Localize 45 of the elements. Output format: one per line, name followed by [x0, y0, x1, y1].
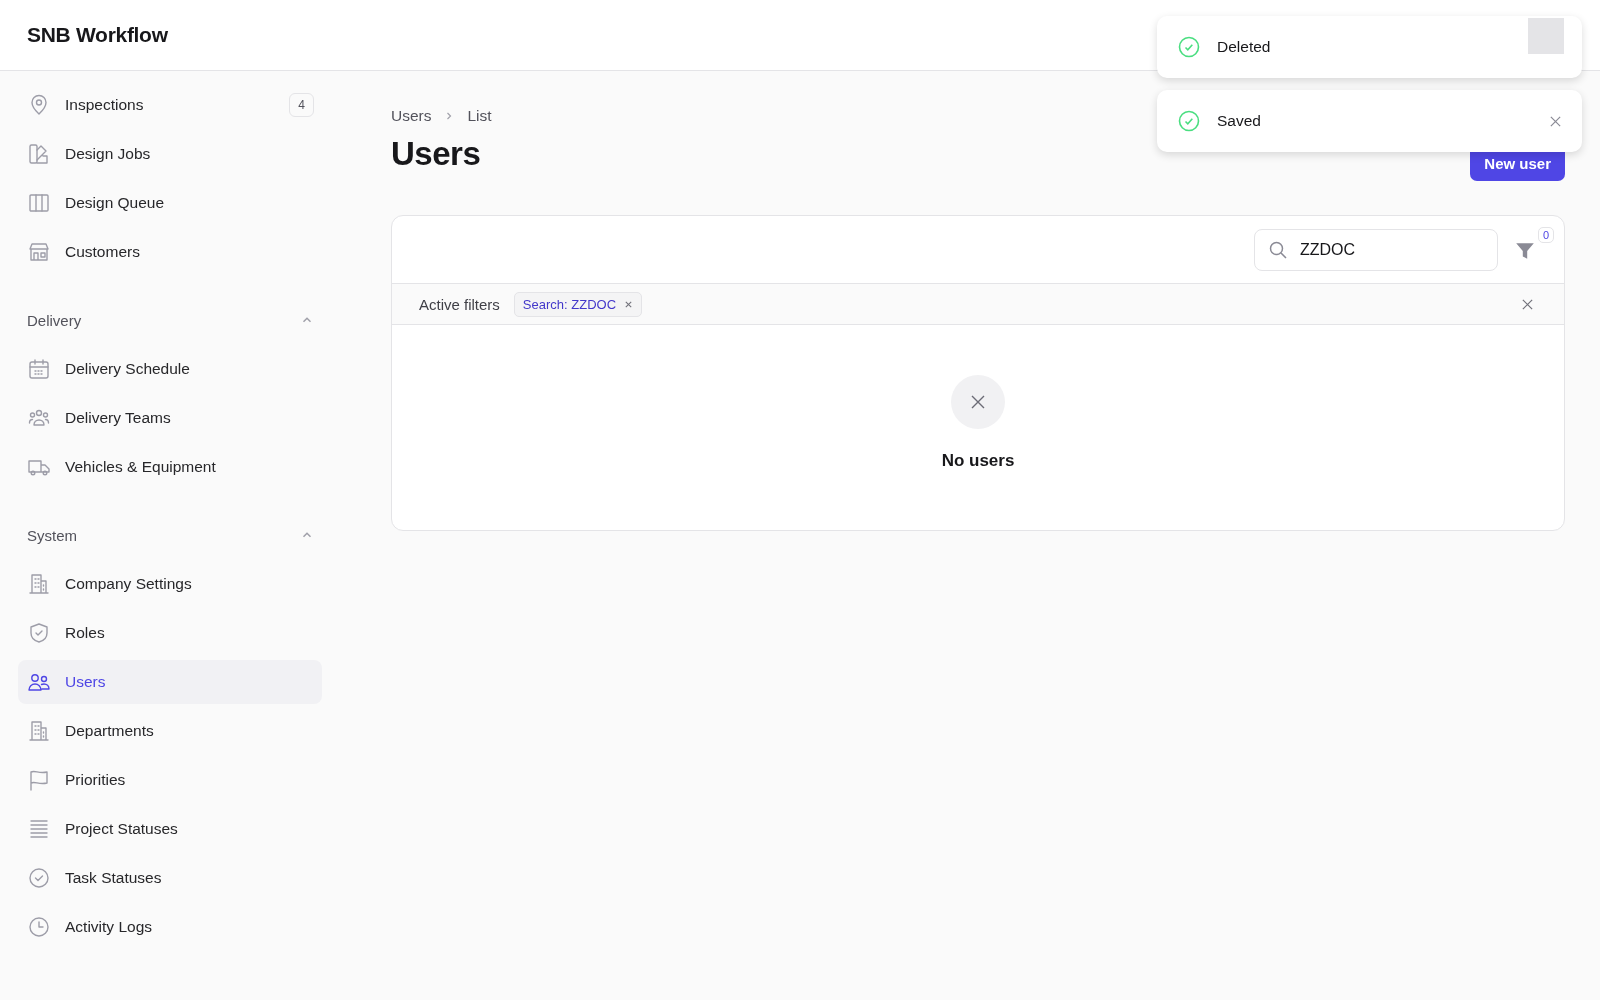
sidebar-item[interactable]: Customers	[18, 230, 322, 274]
breadcrumb-link[interactable]: List	[467, 107, 492, 125]
filter-chip-label: Search: ZZDOC	[522, 296, 617, 312]
sidebar-item[interactable]: Task Statuses	[18, 856, 322, 900]
store-icon	[27, 240, 51, 264]
swatch-icon	[27, 142, 51, 166]
sidebar-item[interactable]: Inspections 4	[18, 83, 322, 127]
active-filters-label: Active filters	[419, 295, 500, 313]
count-badge: 4	[289, 93, 314, 117]
building-icon	[27, 719, 51, 743]
sidebar-item[interactable]: Users	[18, 660, 322, 704]
clear-filters-icon[interactable]	[1521, 297, 1534, 311]
toast-message: Deleted	[1217, 38, 1271, 56]
close-icon[interactable]	[1549, 114, 1562, 128]
check-icon	[27, 866, 51, 890]
section-title: System	[27, 526, 77, 544]
flag-icon	[27, 768, 51, 792]
success-icon	[1177, 109, 1201, 133]
filter-count-badge: 0	[1537, 226, 1554, 243]
toast-message: Saved	[1217, 112, 1261, 130]
building-icon	[27, 572, 51, 596]
sidebar-item[interactable]: Delivery Schedule	[18, 347, 322, 391]
section-title: Delivery	[27, 311, 82, 329]
sidebar-item[interactable]: Activity Logs	[18, 905, 322, 949]
remove-filter-icon[interactable]	[624, 299, 634, 309]
sidebar-item[interactable]: Company Settings	[18, 562, 322, 606]
page-title: Users	[391, 135, 481, 173]
calendar-icon	[27, 357, 51, 381]
sidebar-item[interactable]: Roles	[18, 611, 322, 655]
search-field[interactable]: ZZDOC	[1254, 228, 1498, 271]
columns-icon	[27, 191, 51, 215]
empty-message: No users	[941, 450, 1015, 471]
sidebar-item[interactable]: Vehicles & Equipment	[18, 445, 322, 489]
lines-icon	[27, 817, 51, 841]
sidebar-item[interactable]: Departments	[18, 709, 322, 753]
breadcrumb-link[interactable]: Users	[391, 107, 432, 125]
clock-icon	[27, 915, 51, 939]
sidebar-item[interactable]: Design Queue	[18, 181, 322, 225]
sidebar-item[interactable]: Design Jobs	[18, 132, 322, 176]
app-title: SNB Workflow	[27, 23, 168, 47]
sidebar-item[interactable]: Priorities	[18, 758, 322, 802]
success-icon	[1177, 35, 1201, 59]
sidebar-item[interactable]: Delivery Teams	[18, 396, 322, 440]
sidebar-item[interactable]: Project Statuses	[18, 807, 322, 851]
shield-icon	[27, 621, 51, 645]
